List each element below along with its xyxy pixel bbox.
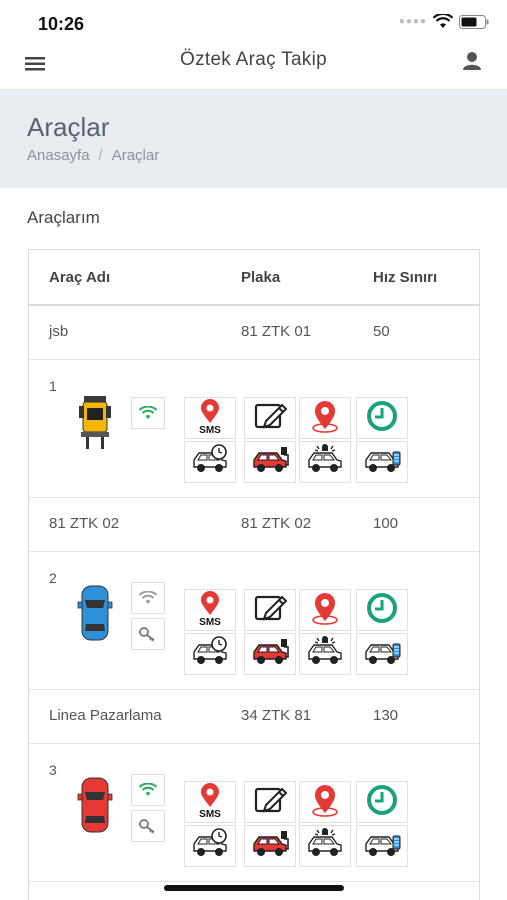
vehicle-name: 81 ZTK 02 [49, 515, 120, 532]
car-charge-icon [250, 827, 290, 866]
edit-button[interactable] [244, 589, 296, 631]
edit-icon [250, 399, 290, 438]
car-history-button[interactable] [184, 633, 236, 675]
vehicle-detail-row: 3 SMS [29, 744, 479, 882]
car-fuel-button[interactable] [356, 441, 408, 483]
signal-icon: ●●●● [398, 16, 427, 27]
app-title: Öztek Araç Takip [179, 49, 327, 70]
location-pin-button[interactable] [299, 781, 351, 823]
vehicle-detail-row: 1 SMS [29, 360, 479, 498]
edit-button[interactable] [244, 781, 296, 823]
sms-location-button[interactable]: SMS [184, 397, 236, 439]
location-pin-icon [305, 398, 345, 439]
car-history-button[interactable] [184, 441, 236, 483]
column-header-plate: Plaka [241, 269, 281, 286]
edit-icon [250, 783, 290, 822]
clock-icon [362, 398, 402, 439]
clock-icon [362, 590, 402, 631]
clock-button[interactable] [356, 589, 408, 631]
car-fuel-icon [362, 443, 402, 482]
sms-location-icon: SMS [190, 399, 230, 437]
location-pin-icon [305, 782, 345, 823]
sms-location-button[interactable]: SMS [184, 589, 236, 631]
breadcrumb: Anasayfa / Araçlar [27, 147, 159, 164]
key-icon[interactable] [131, 810, 165, 842]
status-time: 10:26 [38, 14, 85, 34]
table-header: Araç Adı Plaka Hız Sınırı [29, 250, 479, 306]
column-header-name: Araç Adı [49, 269, 111, 286]
clock-button[interactable] [356, 781, 408, 823]
vehicle-plate: 81 ZTK 02 [241, 515, 312, 532]
vehicle-speed-limit: 50 [373, 323, 390, 340]
car-alarm-icon [305, 443, 345, 482]
car-alarm-button[interactable] [299, 633, 351, 675]
location-pin-button[interactable] [299, 589, 351, 631]
sms-location-button[interactable]: SMS [184, 781, 236, 823]
car-fuel-icon [362, 635, 402, 674]
car-charge-button[interactable] [244, 441, 296, 483]
page-title: Araçlar [27, 112, 110, 142]
car-fuel-icon [362, 827, 402, 866]
breadcrumb-current: Araçlar [111, 147, 160, 164]
row-index: 1 [49, 378, 57, 394]
table-row[interactable]: jsb 81 ZTK 01 50 [29, 306, 479, 360]
car-charge-icon [250, 443, 290, 482]
sms-label: SMS [199, 425, 221, 436]
row-index: 2 [49, 570, 57, 586]
car-alarm-icon [305, 635, 345, 674]
vehicle-speed-limit: 100 [373, 515, 399, 532]
column-header-speed-limit: Hız Sınırı [373, 269, 438, 286]
edit-icon [250, 591, 290, 630]
wifi-status-icon[interactable] [131, 774, 165, 806]
car-alarm-button[interactable] [299, 441, 351, 483]
home-indicator [164, 885, 344, 891]
vehicle-speed-limit: 130 [373, 707, 399, 724]
top-navbar: Öztek Araç Takip [0, 44, 507, 90]
forklift-icon [75, 392, 115, 450]
status-bar: 10:26 ●●●● [0, 0, 507, 44]
breadcrumb-separator: / [98, 147, 103, 164]
table-row[interactable]: Linea Pazarlama 34 ZTK 81 130 [29, 690, 479, 744]
clock-button[interactable] [356, 397, 408, 439]
vehicle-plate: 34 ZTK 81 [241, 707, 312, 724]
sms-label: SMS [199, 617, 221, 628]
vehicle-plate: 81 ZTK 01 [241, 323, 312, 340]
wifi-icon [433, 14, 453, 28]
car-history-button[interactable] [184, 825, 236, 867]
car-charge-button[interactable] [244, 825, 296, 867]
sms-location-icon: SMS [190, 783, 230, 821]
edit-button[interactable] [244, 397, 296, 439]
sms-location-icon: SMS [190, 591, 230, 629]
vehicle-detail-row: 2 SMS [29, 552, 479, 690]
location-pin-button[interactable] [299, 397, 351, 439]
sms-label: SMS [199, 809, 221, 820]
vehicle-name: Linea Pazarlama [49, 707, 162, 724]
car-history-icon [190, 827, 230, 866]
car-charge-button[interactable] [244, 633, 296, 675]
car-history-icon [190, 443, 230, 482]
location-pin-icon [305, 590, 345, 631]
breadcrumb-home-link[interactable]: Anasayfa [27, 147, 90, 164]
vehicle-name: jsb [49, 323, 69, 340]
car-top-icon [75, 776, 115, 834]
status-icons: ●●●● [399, 14, 489, 29]
vehicles-table: Araç Adı Plaka Hız Sınırı jsb 81 ZTK 01 50… [28, 249, 480, 900]
car-fuel-button[interactable] [356, 825, 408, 867]
car-alarm-button[interactable] [299, 825, 351, 867]
page-header: Araçlar Anasayfa / Araçlar [0, 90, 507, 188]
table-row[interactable]: 81 ZTK 02 81 ZTK 02 100 [29, 498, 479, 552]
clock-icon [362, 782, 402, 823]
car-charge-icon [250, 635, 290, 674]
row-index: 3 [49, 762, 57, 778]
section-title: Araçlarım [27, 208, 100, 227]
car-history-icon [190, 635, 230, 674]
key-icon[interactable] [131, 618, 165, 650]
user-icon[interactable] [461, 50, 483, 72]
car-top-icon [75, 584, 115, 642]
battery-icon [459, 14, 489, 29]
wifi-status-icon[interactable] [131, 397, 165, 429]
car-alarm-icon [305, 827, 345, 866]
wifi-status-icon[interactable] [131, 582, 165, 614]
car-fuel-button[interactable] [356, 633, 408, 675]
